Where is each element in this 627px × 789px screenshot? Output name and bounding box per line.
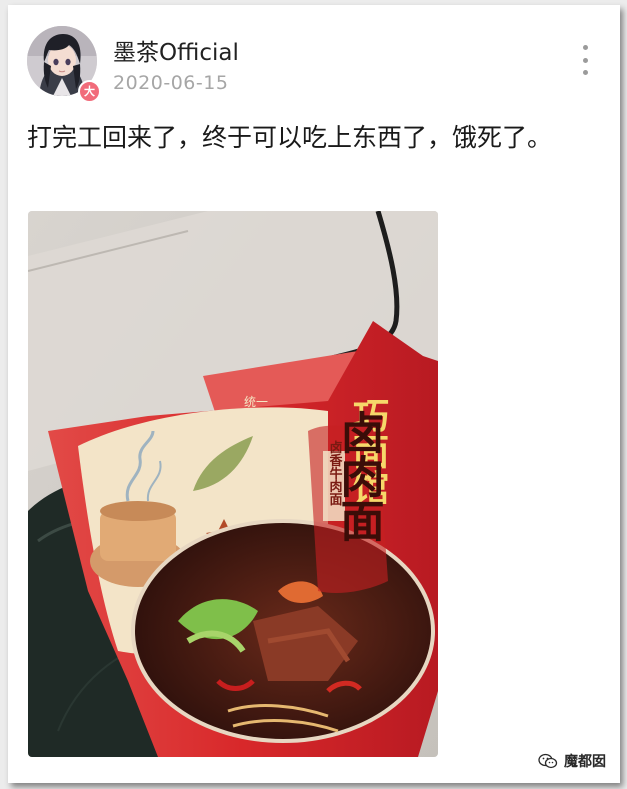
- post-photo[interactable]: 卤香牛肉面 巧面馆 卤肉面 统一: [28, 211, 438, 757]
- more-vertical-icon[interactable]: [578, 45, 592, 75]
- watermark-text: 魔都囡: [564, 754, 606, 770]
- username[interactable]: 墨茶Official: [113, 33, 239, 67]
- post-card: 大 墨茶Official 2020-06-15 打完工回来了，终于可以吃上东西了…: [8, 5, 620, 783]
- avatar-badge: 大: [78, 80, 101, 103]
- package-title: 卤肉面: [333, 410, 384, 542]
- more-dot: [582, 45, 588, 50]
- watermark: 魔都囡: [538, 751, 606, 771]
- wechat-icon: [538, 753, 558, 769]
- photo-image: 卤香牛肉面 巧面馆 卤肉面 统一: [28, 211, 438, 757]
- package-brand: 统一: [244, 395, 268, 409]
- more-dot: [582, 57, 588, 63]
- post-date: 2020-06-15: [113, 72, 229, 94]
- more-dot: [582, 70, 588, 75]
- post-text: 打完工回来了，终于可以吃上东西了，饿死了。: [27, 123, 553, 152]
